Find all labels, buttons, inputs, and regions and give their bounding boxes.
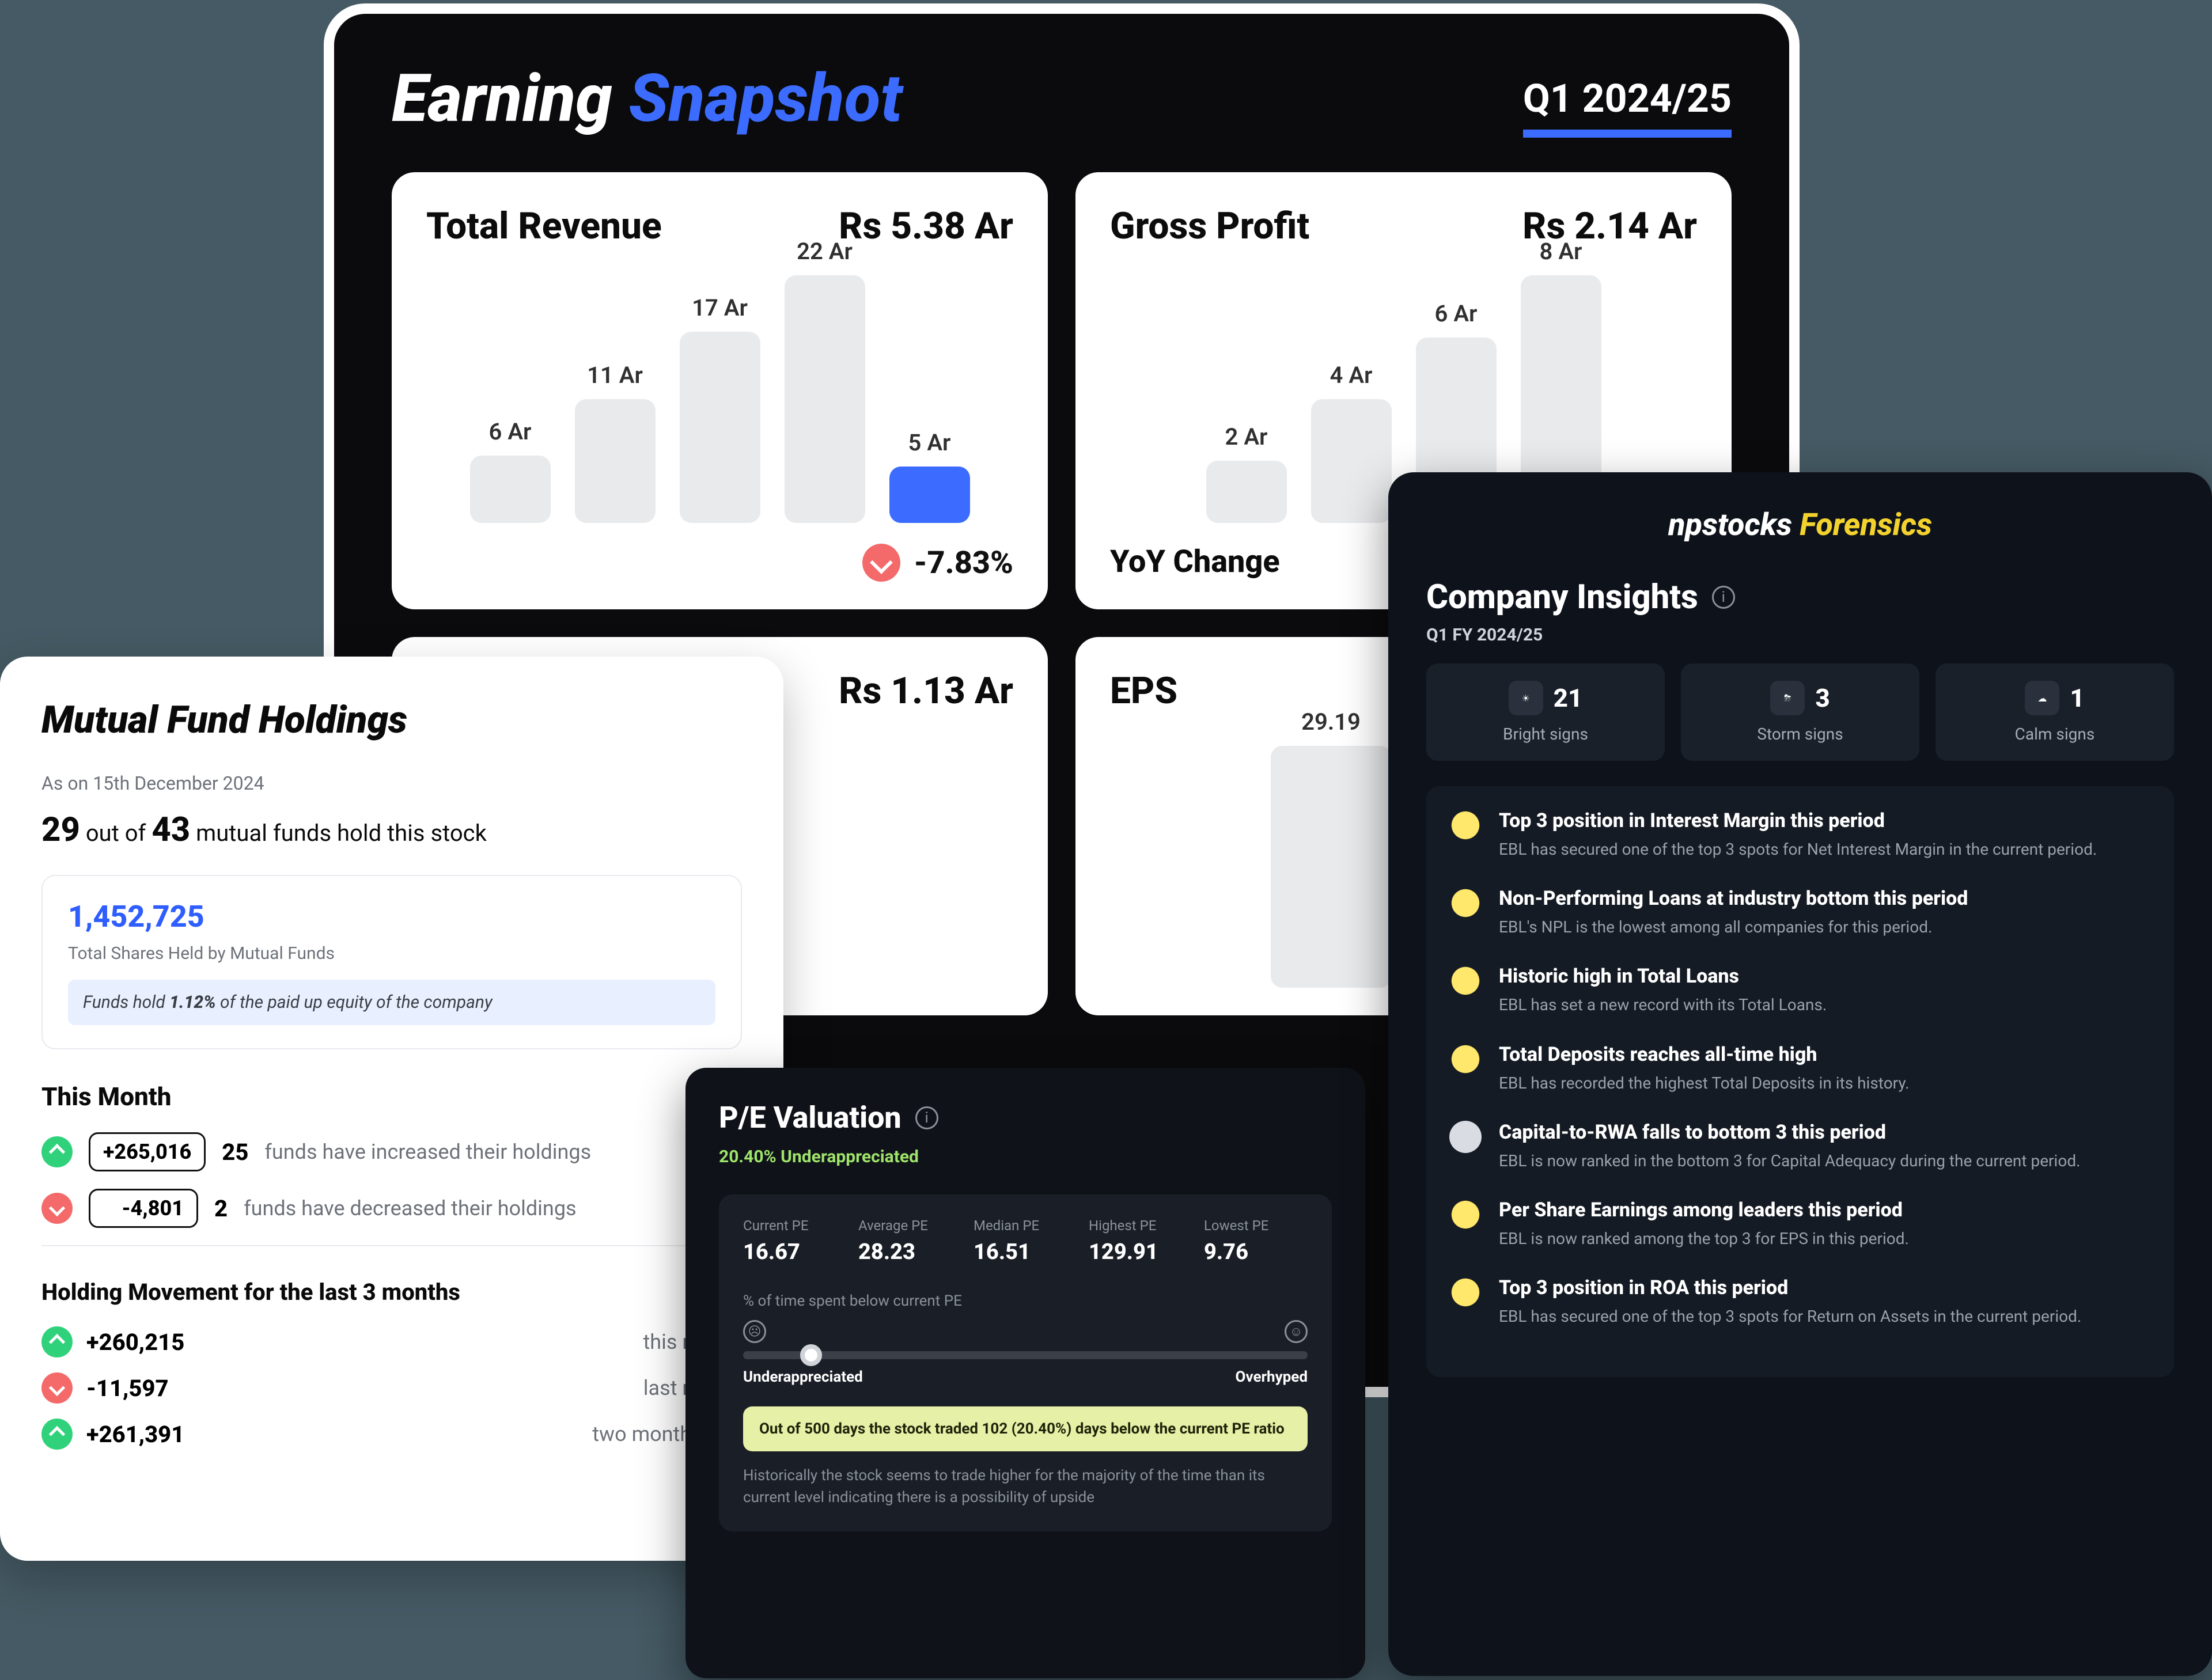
forensics-signs: ☀21Bright signs⛈3Storm signs☁1Calm signs [1426, 663, 2174, 761]
sign-tile[interactable]: ☀21Bright signs [1426, 663, 1665, 761]
pe-title: P/E Valuation [719, 1100, 902, 1135]
mf-decrease-row: -4,801 2 funds have decreased their hold… [41, 1189, 742, 1228]
happy-face-icon: ☺ [1285, 1320, 1308, 1343]
sun-icon: ☀ [1509, 681, 1543, 715]
revenue-change: -7.83% [914, 545, 1013, 581]
earning-title-b: Snapshot [628, 60, 902, 138]
insight-row: Per Share Earnings among leaders this pe… [1449, 1199, 2151, 1250]
sign-tile[interactable]: ☁1Calm signs [1936, 663, 2174, 761]
mf-movement-row: +260,215this month [41, 1326, 742, 1357]
forensics-card: npstocks Forensics Company Insights i Q1… [1388, 472, 2212, 1676]
sad-face-icon: ☹ [743, 1320, 766, 1343]
insight-row: Top 3 position in Interest Margin this p… [1449, 809, 2151, 860]
metric-title: Total Revenue [426, 204, 662, 248]
mf-held-line: 29 out of 43 mutual funds hold this stoc… [41, 810, 742, 850]
mf-title: Mutual Fund Holdings [41, 698, 742, 742]
calm-icon: ☁ [2025, 681, 2059, 715]
pe-footnote: Historically the stock seems to trade hi… [743, 1465, 1308, 1508]
mf-equity-strip: Funds hold 1.12% of the paid up equity o… [68, 980, 715, 1025]
arrow-up-icon [41, 1419, 73, 1450]
revenue-bars: 6 Ar 11 Ar 17 Ar 22 Ar 5 Ar [426, 275, 1013, 523]
earning-title-a: Earning [392, 60, 628, 138]
sun-icon [1449, 1199, 1482, 1231]
sun-icon [1449, 1043, 1482, 1075]
pe-slider[interactable] [743, 1351, 1308, 1359]
pe-slider-thumb[interactable] [800, 1344, 822, 1366]
sun-icon [1449, 965, 1482, 997]
arrow-down-icon [41, 1372, 73, 1404]
mf-movement-title: Holding Movement for the last 3 months [41, 1279, 742, 1306]
mf-total-shares: 1,452,725 [68, 899, 715, 934]
insight-row: Capital-to-RWA falls to bottom 3 this pe… [1449, 1121, 2151, 1172]
pe-status: 20.40% Underappreciated [719, 1147, 1332, 1167]
insight-row: Historic high in Total LoansEBL has set … [1449, 965, 2151, 1016]
storm-icon: ⛈ [1770, 681, 1805, 715]
forensics-period: Q1 FY 2024/25 [1426, 625, 2174, 645]
metric-total-revenue: Total Revenue Rs 5.38 Ar 6 Ar 11 Ar 17 A… [392, 172, 1048, 609]
sun-icon [1449, 887, 1482, 919]
forensics-title: Company Insights [1426, 578, 1698, 617]
insights-panel: Top 3 position in Interest Margin this p… [1426, 786, 2174, 1377]
earning-title: Earning Snapshot [392, 60, 903, 138]
arrow-up-icon [41, 1136, 73, 1167]
arrow-down-icon [862, 544, 900, 582]
mf-this-month-title: This Month [41, 1082, 742, 1112]
mf-total-box: 1,452,725 Total Shares Held by Mutual Fu… [41, 875, 742, 1049]
mutual-fund-card: Mutual Fund Holdings As on 15th December… [0, 657, 783, 1561]
insight-row: Top 3 position in ROA this periodEBL has… [1449, 1276, 2151, 1328]
mf-movement-list: +260,215this month -11,597last month +261,… [41, 1326, 742, 1450]
pe-valuation-card: P/E Valuation i 20.40% Underappreciated … [685, 1068, 1365, 1678]
yoy-change-label: YoY Change [1110, 544, 1280, 580]
pe-note: Out of 500 days the stock traded 102 (20… [743, 1406, 1308, 1451]
arrow-up-icon [41, 1326, 73, 1357]
metric-value: Rs 5.38 Ar [839, 204, 1013, 248]
forensics-logo: npstocks Forensics [1426, 507, 2174, 543]
mf-movement-row: -11,597last month [41, 1372, 742, 1404]
sun-icon [1449, 809, 1482, 841]
insight-row: Non-Performing Loans at industry bottom … [1449, 887, 2151, 938]
info-icon[interactable]: i [1712, 586, 1735, 609]
sun-icon [1449, 1276, 1482, 1309]
mf-increase-row: +265,016 25 funds have increased their h… [41, 1132, 742, 1171]
cloud-icon [1449, 1121, 1482, 1153]
pe-stats-grid: Current PE16.67Average PE28.23Median PE1… [743, 1218, 1308, 1265]
earning-period[interactable]: Q1 2024/25 [1523, 75, 1732, 138]
arrow-down-icon [41, 1193, 73, 1224]
sign-tile[interactable]: ⛈3Storm signs [1681, 663, 1919, 761]
mf-movement-row: +261,391two months ago [41, 1419, 742, 1450]
insight-row: Total Deposits reaches all-time highEBL … [1449, 1043, 2151, 1094]
mf-asof: As on 15th December 2024 [41, 772, 742, 794]
info-icon[interactable]: i [915, 1106, 938, 1129]
